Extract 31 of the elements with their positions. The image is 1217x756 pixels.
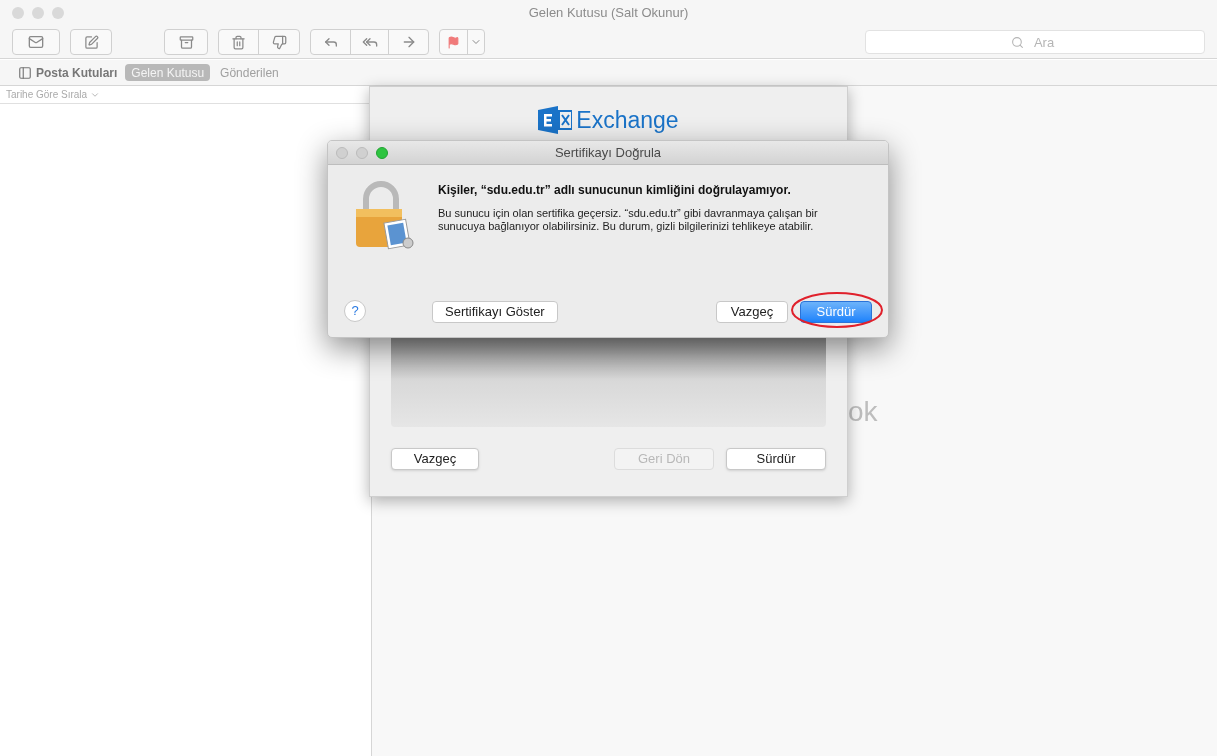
flag-icon [447, 35, 460, 49]
zoom-window-icon[interactable] [52, 7, 64, 19]
search-icon [1011, 35, 1024, 49]
trash-icon [231, 34, 246, 50]
empty-message-text: ok [848, 395, 878, 429]
sidebar-icon [18, 65, 32, 80]
sheet-button[interactable]: Sürdür [726, 447, 826, 470]
dialog-button[interactable]: Sürdür [800, 300, 872, 323]
favorite-tab[interactable]: Gönderilen [218, 64, 281, 81]
search-field[interactable]: Ara [865, 30, 1205, 55]
help-button[interactable]: ? [344, 300, 366, 322]
close-window-icon[interactable] [12, 7, 24, 19]
minimize-window-icon[interactable] [32, 7, 44, 19]
exchange-logo-text: Exchange [576, 106, 679, 135]
dialog-button[interactable]: Vazgeç [716, 300, 788, 323]
dialog-title: Sertifikayı Doğrula [554, 143, 662, 162]
dialog-message: Bu sunucu için olan sertifika geçersiz. “sdu.edu.tr” gibi davranmaya çalışan bir sunucuya bağlanıyor olabilirsiniz. Bu durum, gizli bilgilerinizi tehlikeye atabilir. [438, 207, 819, 233]
dialog-heading: Kişiler, “sdu.edu.tr” adlı sunucunun kimliğini doğrulayamıyor. [438, 182, 792, 199]
envelope-icon [28, 34, 44, 50]
window-title: Gelen Kutusu (Salt Okunur) [528, 4, 689, 23]
archive-box-icon [178, 34, 194, 50]
mailboxes-button[interactable]: Posta Kutuları [18, 63, 118, 82]
exchange-logo-icon [538, 106, 573, 135]
dialog-button[interactable]: Sertifikayı Göster [432, 300, 558, 323]
compose-icon [83, 34, 99, 50]
thumbs-down-icon [271, 34, 287, 50]
sort-menu[interactable]: Tarihe Göre Sırala [6, 87, 101, 102]
close-window-icon[interactable] [336, 146, 348, 159]
sheet-button[interactable]: Vazgeç [391, 447, 479, 470]
minimize-window-icon[interactable] [356, 146, 368, 159]
zoom-window-icon[interactable] [376, 146, 388, 159]
